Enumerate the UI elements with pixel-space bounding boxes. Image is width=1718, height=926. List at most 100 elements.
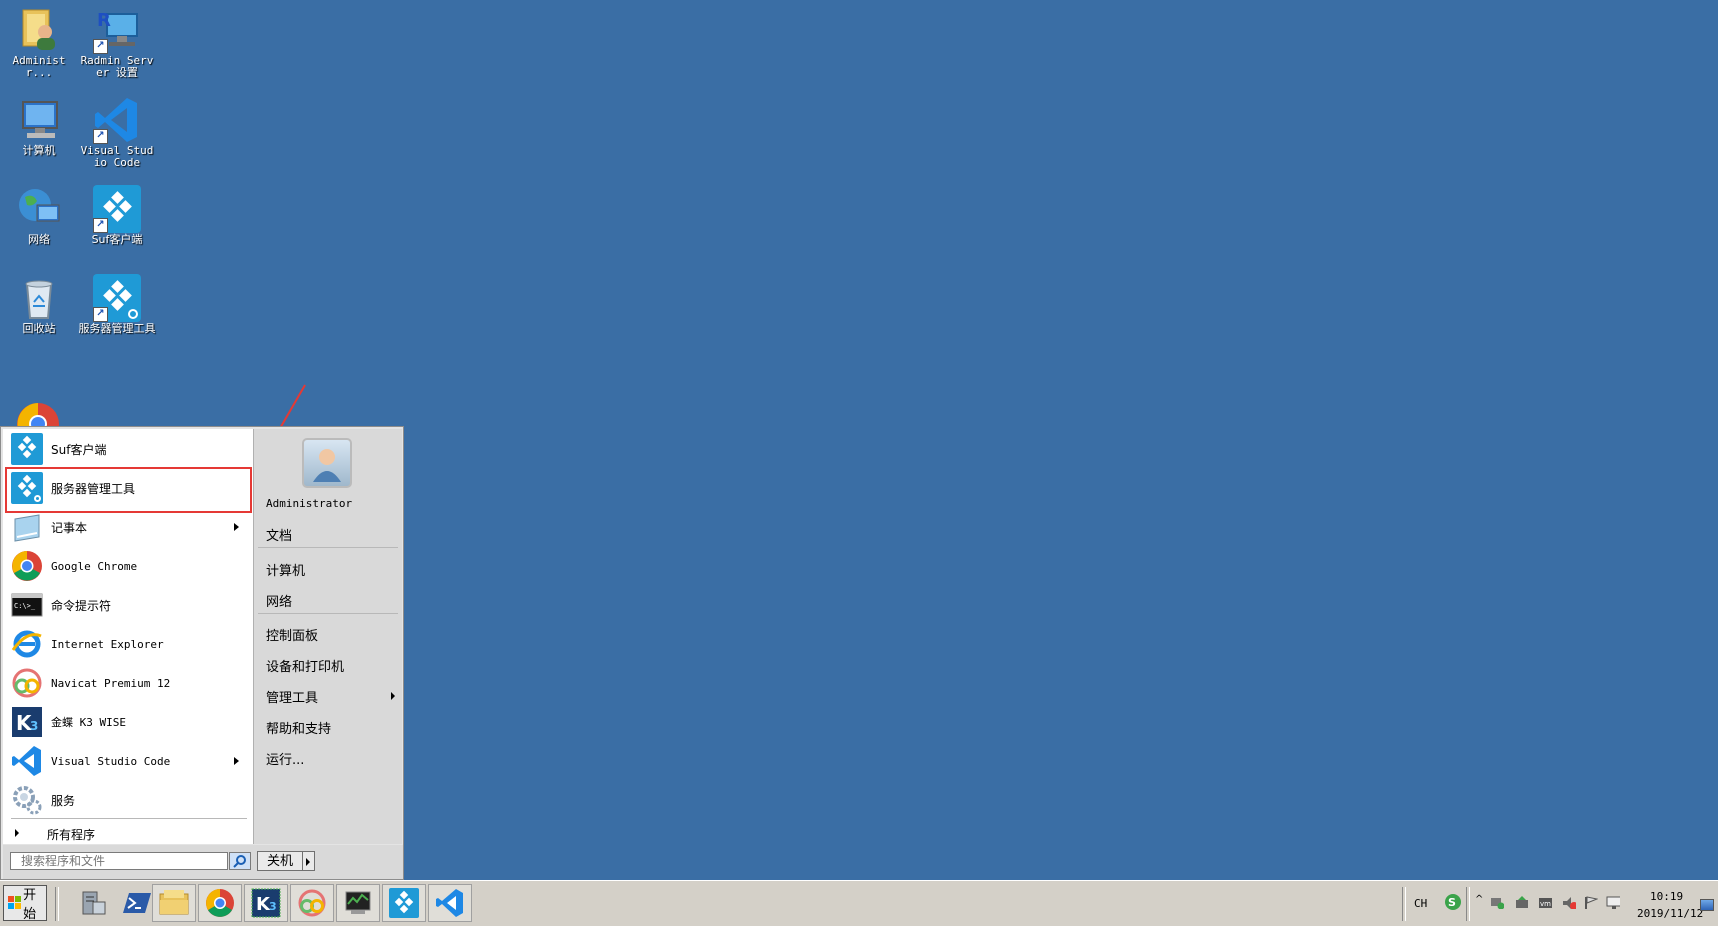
desktop-icon-network[interactable]: 网络 [0,185,78,246]
desktop-icon-suf[interactable]: ↗ Suf客户端 [78,185,156,246]
start-item-suf[interactable]: Suf客户端 [11,431,247,467]
recycle-bin-icon [25,280,53,319]
navicat-icon [12,668,42,698]
volume-muted-icon[interactable] [1562,896,1576,909]
display-icon[interactable] [1606,896,1620,909]
network-globe-icon [19,189,60,222]
start-item-ie[interactable]: Internet Explorer [11,626,247,662]
search-icon [233,855,246,868]
link-documents[interactable]: 文档 [266,525,292,544]
desktop-icon-label: Radmin Server 设置 [80,54,154,79]
folder-icon [159,890,189,915]
link-control-panel[interactable]: 控制面板 [266,625,318,644]
start-item-label: 金蝶 K3 WISE [51,716,126,729]
start-item-chrome[interactable]: Google Chrome [11,548,247,584]
separator [11,818,247,819]
computer-icon [22,101,58,138]
vscode-icon [12,746,41,776]
desktop-icon-recycle-bin[interactable]: 回收站 [0,274,78,335]
desktop-icon-label: 网络 [28,233,50,246]
desktop-icon-server-tool[interactable]: ↗ 服务器管理工具 [78,274,156,335]
chevron-right-icon [306,858,310,866]
start-item-vscode[interactable]: Visual Studio Code [11,743,247,779]
svg-text:S: S [1448,896,1456,909]
user-folder-icon [22,9,55,50]
taskbar-perfmon[interactable] [336,884,380,922]
start-search-area: 关机 [3,845,403,879]
shortcut-arrow-icon: ↗ [93,129,108,144]
navicat-icon [298,889,326,917]
performance-monitor-icon [345,891,371,914]
desktop-icon-label: 计算机 [22,144,56,157]
desktop-icon-vscode[interactable]: ↗ Visual Studio Code [78,96,156,169]
separator [258,547,398,548]
services-gear-icon [13,786,42,815]
taskbar-vscode[interactable] [428,884,472,922]
user-avatar-icon [313,449,341,482]
start-item-navicat[interactable]: Navicat Premium 12 [11,665,247,701]
powershell-icon [123,893,151,913]
desktop-icon-computer[interactable]: 计算机 [0,96,78,157]
start-item-notepad[interactable]: 记事本 [11,509,247,545]
search-input[interactable] [10,852,228,870]
start-item-cmd[interactable]: C:\>_ 命令提示符 [11,587,247,623]
link-devices-printers[interactable]: 设备和打印机 [266,656,344,675]
desktop-icon-radmin[interactable]: R ↗ Radmin Server 设置 [78,6,156,79]
taskbar-server-manager[interactable] [70,884,114,922]
start-menu-places-pane: Administrator 文档 计算机 网络 控制面板 设备和打印机 管理工具… [254,429,402,844]
link-run[interactable]: 运行... [266,749,304,768]
start-button[interactable]: 开始 [3,885,47,922]
taskbar-k3[interactable]: K 3 [244,884,288,922]
tray-divider [1466,887,1470,921]
taskbar-divider [55,887,59,921]
link-help-support[interactable]: 帮助和支持 [266,718,331,737]
taskbar-navicat[interactable] [290,884,334,922]
svg-text:3: 3 [30,719,38,733]
vmware-tools-icon[interactable]: vm [1538,896,1552,909]
shutdown-button[interactable]: 关机 [257,851,303,871]
action-center-flag-icon[interactable] [1584,896,1598,909]
user-name[interactable]: Administrator [266,497,352,510]
desktop-icon-admin-folder[interactable]: Administr... [0,6,78,79]
windows-logo-icon [8,896,21,909]
start-item-label: 服务 [51,793,76,808]
start-item-label: Google Chrome [51,559,138,573]
taskbar-suf[interactable] [382,884,426,922]
desktop-icon-chrome-partial[interactable] [16,402,60,426]
user-avatar[interactable] [302,438,352,488]
search-button[interactable] [229,852,251,870]
start-label: 开始 [23,888,37,922]
all-programs-button[interactable]: 所有程序 [11,824,247,844]
clock-date[interactable]: 2019/11/12 [1637,907,1703,920]
start-item-services[interactable]: 服务 [11,782,247,818]
desktop-icon-label: 回收站 [22,322,56,335]
k3-icon: K 3 [12,707,42,737]
shutdown-options-button[interactable] [303,851,315,871]
ie-icon [11,630,42,658]
desktop-icon-label: Administr... [12,54,66,79]
usb-device-icon[interactable] [1514,896,1528,909]
input-method-icon[interactable]: S [1444,893,1462,911]
annotation-highlight-box [5,467,252,513]
link-network[interactable]: 网络 [266,591,292,610]
network-status-icon[interactable] [1490,896,1504,909]
taskbar-explorer[interactable] [152,884,196,922]
show-hidden-icons-chevron-icon[interactable]: ^ [1475,894,1483,905]
language-indicator[interactable]: CH [1414,897,1427,910]
start-item-label: Visual Studio Code [51,754,171,768]
svg-text:C:\>_: C:\>_ [14,602,36,610]
desktop-icon-label: Visual Studio Code [80,144,154,169]
desktop-icon-label: 服务器管理工具 [78,322,156,335]
suf-icon [389,888,419,918]
tray-divider [1402,887,1406,921]
show-desktop-button[interactable] [1700,899,1714,911]
start-item-label: Suf客户端 [51,442,107,457]
link-computer[interactable]: 计算机 [266,560,305,579]
clock-time[interactable]: 10:19 [1650,890,1683,903]
taskbar-chrome[interactable] [198,884,242,922]
server-manager-icon [82,891,106,915]
link-admin-tools[interactable]: 管理工具 [266,687,318,706]
chrome-icon [17,403,59,426]
start-item-k3[interactable]: K 3 金蝶 K3 WISE [11,704,247,740]
chrome-icon [206,889,234,917]
